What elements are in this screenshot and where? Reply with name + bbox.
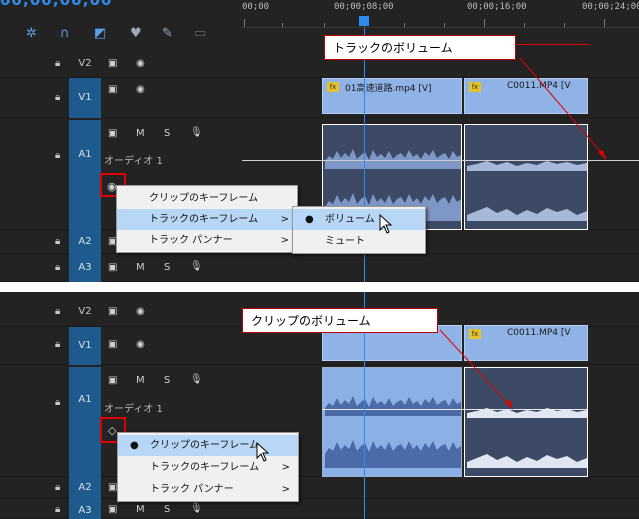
callout-arrow bbox=[519, 57, 607, 160]
timeline-panel-bottom: 🔒︎ V2 ▣ ◉ 🔒︎ V1 ▣ ◉ fx C0011.MP4 [V 🔒︎ A… bbox=[0, 292, 639, 519]
callout-arrow bbox=[439, 329, 513, 410]
timeline-panel-top: 00;00;00;00 ✲ ∩ ◩ ♥ ✎ ▭ 00;00 00;00;08;0… bbox=[0, 0, 639, 282]
